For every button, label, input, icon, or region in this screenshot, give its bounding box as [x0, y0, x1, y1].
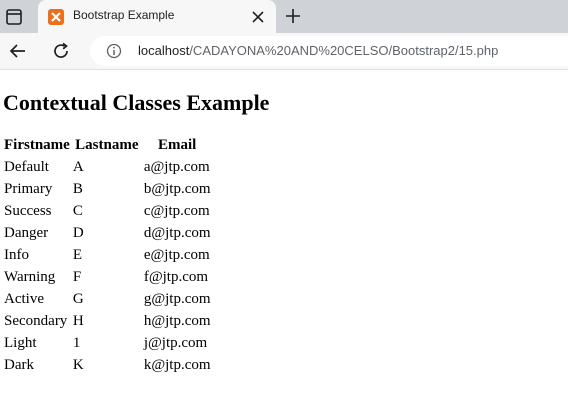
cell-email: j@jtp.com	[143, 334, 208, 351]
cell-firstname: Default	[4, 158, 49, 175]
cell-lastname: 1	[72, 334, 81, 351]
cell-lastname: D	[72, 224, 84, 241]
cell-email: a@jtp.com	[143, 158, 210, 175]
site-info-icon[interactable]	[106, 43, 122, 59]
tab-strip: Bootstrap Example	[0, 0, 568, 33]
cell-firstname: Warning	[4, 268, 56, 285]
table-header-row: Firstname Lastname Email	[3, 134, 213, 156]
table-row: Dark K k@jtp.com	[3, 354, 213, 376]
tab-title: Bootstrap Example	[73, 8, 175, 22]
cell-firstname: Primary	[4, 180, 53, 197]
cell-firstname: Light	[4, 334, 37, 351]
column-header-firstname: Firstname	[4, 136, 70, 153]
cell-lastname: K	[72, 356, 84, 373]
url-path: /CADAYONA%20AND%20CELSO/Bootstrap2/15.ph…	[189, 43, 499, 58]
new-tab-plus-icon[interactable]	[285, 8, 301, 24]
contextual-table: Firstname Lastname Email Default A a@jtp…	[3, 134, 213, 376]
cell-email: h@jtp.com	[143, 312, 211, 329]
xampp-favicon-icon	[48, 9, 64, 25]
close-icon[interactable]	[252, 10, 264, 23]
cell-lastname: H	[72, 312, 84, 329]
table-row: Danger D d@jtp.com	[3, 222, 213, 244]
cell-email: f@jtp.com	[143, 268, 209, 285]
reload-icon[interactable]	[51, 41, 71, 61]
cell-lastname: G	[72, 290, 84, 307]
address-bar[interactable]: localhost/CADAYONA%20AND%20CELSO/Bootstr…	[90, 36, 568, 66]
cell-firstname: Active	[4, 290, 44, 307]
cell-firstname: Success	[4, 202, 52, 219]
cell-email: e@jtp.com	[143, 246, 210, 263]
table-row: Primary B b@jtp.com	[3, 178, 213, 200]
cell-email: d@jtp.com	[143, 224, 211, 241]
page-title: Contextual Classes Example	[3, 90, 270, 115]
column-header-email: Email	[158, 136, 197, 153]
cell-email: k@jtp.com	[143, 356, 211, 373]
cell-firstname: Info	[4, 246, 29, 263]
cell-lastname: C	[72, 202, 83, 219]
page-content: Contextual Classes Example Firstname Las…	[3, 70, 563, 376]
table-row: Active G g@jtp.com	[3, 288, 213, 310]
cell-lastname: F	[72, 268, 82, 285]
table-row: Success C c@jtp.com	[3, 200, 213, 222]
cell-lastname: A	[72, 158, 84, 175]
cell-lastname: B	[72, 180, 83, 197]
table-row: Warning F f@jtp.com	[3, 266, 213, 288]
cell-lastname: E	[72, 246, 82, 263]
tab-bootstrap-example[interactable]: Bootstrap Example	[38, 0, 276, 33]
cell-email: g@jtp.com	[143, 290, 211, 307]
cell-firstname: Dark	[4, 356, 34, 373]
cell-email: c@jtp.com	[143, 202, 210, 219]
table-row: Info E e@jtp.com	[3, 244, 213, 266]
url-host: localhost	[138, 43, 190, 58]
cell-firstname: Secondary	[4, 312, 68, 329]
browser-toolbar: localhost/CADAYONA%20AND%20CELSO/Bootstr…	[0, 33, 568, 70]
tab-actions-icon[interactable]	[4, 7, 24, 27]
back-arrow-icon[interactable]	[8, 41, 28, 61]
table-row: Light 1 j@jtp.com	[3, 332, 213, 354]
url-text[interactable]: localhost/CADAYONA%20AND%20CELSO/Bootstr…	[138, 43, 498, 58]
table-row: Default A a@jtp.com	[3, 156, 213, 178]
column-header-lastname: Lastname	[75, 136, 139, 153]
cell-email: b@jtp.com	[143, 180, 211, 197]
cell-firstname: Danger	[4, 224, 49, 241]
table-row: Secondary H h@jtp.com	[3, 310, 213, 332]
